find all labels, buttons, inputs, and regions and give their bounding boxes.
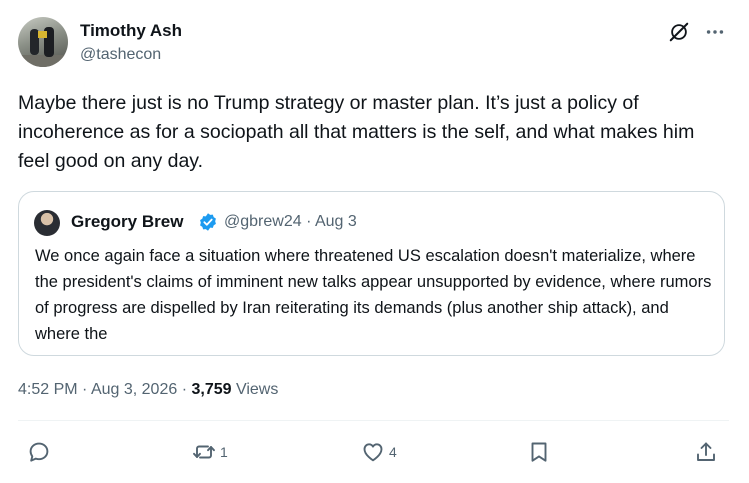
quoted-meta-separator: ·: [306, 213, 312, 230]
share-icon: [697, 442, 715, 461]
like-icon: [363, 443, 383, 462]
more-icon[interactable]: [703, 21, 727, 43]
grok-icon[interactable]: [668, 21, 690, 43]
share-button[interactable]: [694, 440, 718, 464]
reply-icon: [29, 442, 49, 462]
tweet-text: Maybe there just is no Trump strategy or…: [18, 92, 695, 172]
reply-button[interactable]: [27, 440, 51, 464]
like-button[interactable]: 4: [361, 440, 397, 464]
author-handle[interactable]: @tashecon: [80, 46, 161, 64]
author-name[interactable]: Timothy Ash: [80, 21, 182, 41]
tweet-time[interactable]: 4:52 PM: [18, 381, 78, 398]
repost-button[interactable]: 1: [192, 440, 228, 464]
tweet-date[interactable]: Aug 3, 2026: [91, 381, 177, 398]
quoted-author-avatar: [34, 210, 60, 236]
quoted-tweet[interactable]: Gregory Brew @gbrew24 · Aug 3 We once ag…: [18, 191, 725, 356]
quoted-date: Aug 3: [314, 213, 357, 230]
views-count: 3,759: [191, 381, 232, 398]
bookmark-button[interactable]: [527, 440, 551, 464]
quoted-author-handle: @gbrew24: [224, 213, 302, 230]
author-avatar[interactable]: [18, 17, 68, 67]
bookmark-icon: [531, 442, 547, 462]
repost-count: 1: [220, 444, 228, 460]
views-label: Views: [235, 381, 279, 398]
quoted-meta: @gbrew24 · Aug 3: [224, 213, 357, 231]
like-count: 4: [389, 444, 397, 460]
repost-icon: [193, 445, 215, 459]
meta-separator-2: ·: [181, 381, 188, 398]
divider: [18, 420, 729, 421]
quoted-text: We once again face a situation where thr…: [35, 247, 712, 343]
tweet-meta: 4:52 PM · Aug 3, 2026 · 3,759 Views: [18, 381, 278, 399]
quoted-author-name: Gregory Brew: [71, 212, 184, 231]
meta-separator: ·: [82, 381, 88, 398]
verified-badge-icon: [200, 213, 216, 231]
